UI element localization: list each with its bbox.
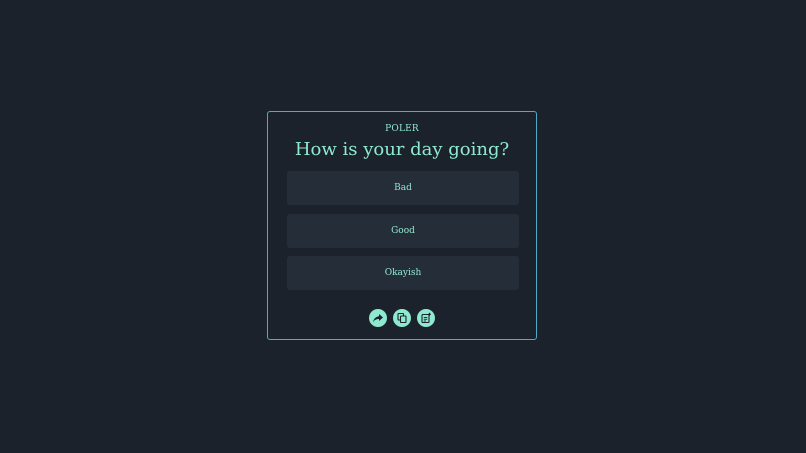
brand-label: POLER xyxy=(385,124,419,134)
poll-option-label: Bad xyxy=(394,183,412,193)
poll-option-label: Good xyxy=(391,226,415,236)
new-poll-icon xyxy=(421,312,431,324)
poll-option-bad[interactable]: Bad xyxy=(287,171,519,205)
poll-question: How is your day going? xyxy=(294,139,510,160)
poll-option-good[interactable]: Good xyxy=(287,214,519,248)
poll-option-label: Okayish xyxy=(384,268,422,278)
poll-option-okayish[interactable]: Okayish xyxy=(287,256,519,290)
share-icon xyxy=(373,314,383,323)
poll-card: POLER How is your day going? Bad Good Ok… xyxy=(267,111,537,340)
copy-icon xyxy=(397,312,407,324)
share-button[interactable] xyxy=(369,309,387,327)
copy-button[interactable] xyxy=(393,309,411,327)
new-poll-button[interactable] xyxy=(417,309,435,327)
poll-actions xyxy=(268,309,536,328)
